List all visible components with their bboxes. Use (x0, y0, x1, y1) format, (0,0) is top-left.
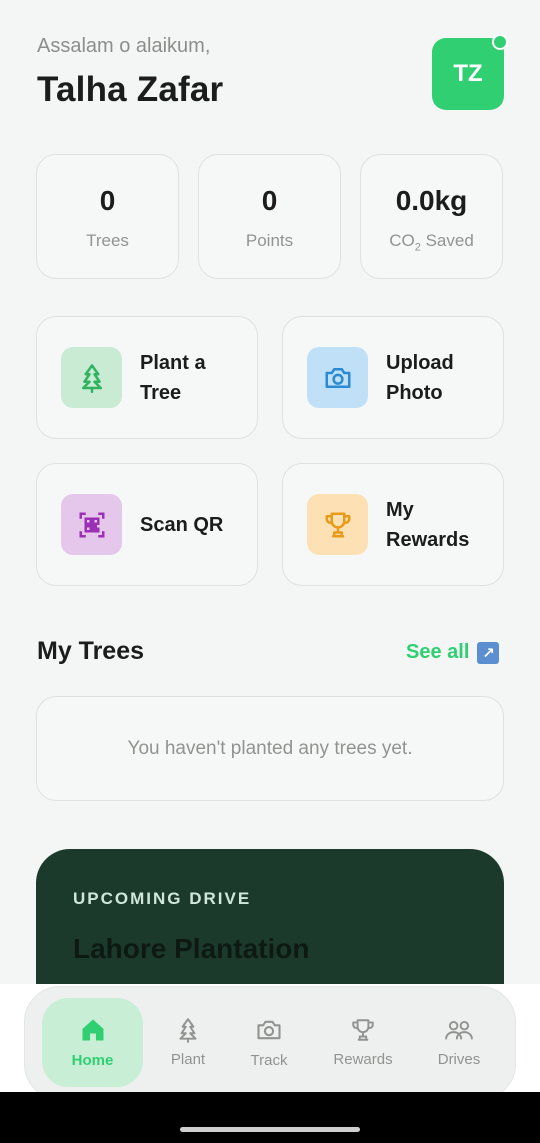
trophy-icon (352, 1019, 374, 1041)
nav-item-rewards[interactable]: Rewards (325, 998, 401, 1087)
see-all-link[interactable]: See all ↗ (406, 641, 500, 664)
drive-tag: UPCOMING DRIVE (73, 889, 252, 908)
tree-icon (179, 1018, 197, 1043)
bottom-nav: Home Plant Track Rewards Drives (24, 986, 516, 1100)
home-indicator[interactable] (180, 1127, 360, 1132)
drive-title: Lahore Plantation (73, 933, 310, 964)
upload-photo-button[interactable]: Upload Photo (282, 316, 504, 439)
nav-label: Home (71, 1052, 114, 1069)
action-label: Plant a Tree (140, 351, 206, 404)
stat-label: Points (245, 231, 294, 250)
user-name: Talha Zafar (37, 70, 224, 109)
stat-card-trees: 0 Trees (36, 154, 179, 279)
nav-item-home[interactable]: Home (42, 998, 143, 1087)
upcoming-drive-card[interactable]: UPCOMING DRIVE Lahore Plantation (36, 849, 504, 999)
stat-label: CO2 Saved (389, 231, 474, 254)
tree-icon (61, 347, 122, 408)
stat-card-co2: 0.0kg CO2 Saved (360, 154, 503, 279)
trophy-icon (307, 494, 368, 555)
online-status-dot (492, 34, 508, 50)
greeting-text: Assalam o alaikum, (37, 35, 211, 57)
action-label: Upload Photo (386, 351, 454, 404)
system-navigation-bar (0, 1092, 540, 1143)
section-title-my-trees: My Trees (37, 637, 145, 665)
qr-code-icon (61, 494, 122, 555)
nav-label: Rewards (333, 1051, 393, 1068)
avatar-initials: TZ (453, 60, 483, 87)
people-icon (445, 1021, 473, 1040)
scan-qr-button[interactable]: Scan QR (36, 463, 258, 586)
home-icon (82, 1019, 103, 1041)
stat-value: 0.0kg (395, 185, 468, 216)
plant-tree-button[interactable]: Plant a Tree (36, 316, 258, 439)
see-all-label: See all (406, 641, 470, 663)
camera-icon (307, 347, 368, 408)
empty-trees-message: You haven't planted any trees yet. (36, 696, 504, 801)
stat-value: 0 (99, 185, 116, 216)
stat-label: Trees (86, 231, 129, 250)
nav-item-plant[interactable]: Plant (156, 998, 220, 1087)
my-rewards-button[interactable]: My Rewards (282, 463, 504, 586)
nav-item-track[interactable]: Track (237, 998, 301, 1087)
action-label: My Rewards (386, 498, 470, 551)
stat-card-points: 0 Points (198, 154, 341, 279)
action-label: Scan QR (140, 513, 224, 536)
stat-value: 0 (261, 185, 278, 216)
nav-label: Drives (437, 1051, 481, 1068)
nav-item-drives[interactable]: Drives (427, 998, 491, 1087)
nav-label: Plant (170, 1051, 206, 1068)
avatar[interactable]: TZ (432, 34, 508, 110)
camera-icon (257, 1020, 281, 1040)
nav-label: Track (250, 1052, 288, 1069)
arrow-up-right-icon: ↗ (477, 641, 500, 664)
